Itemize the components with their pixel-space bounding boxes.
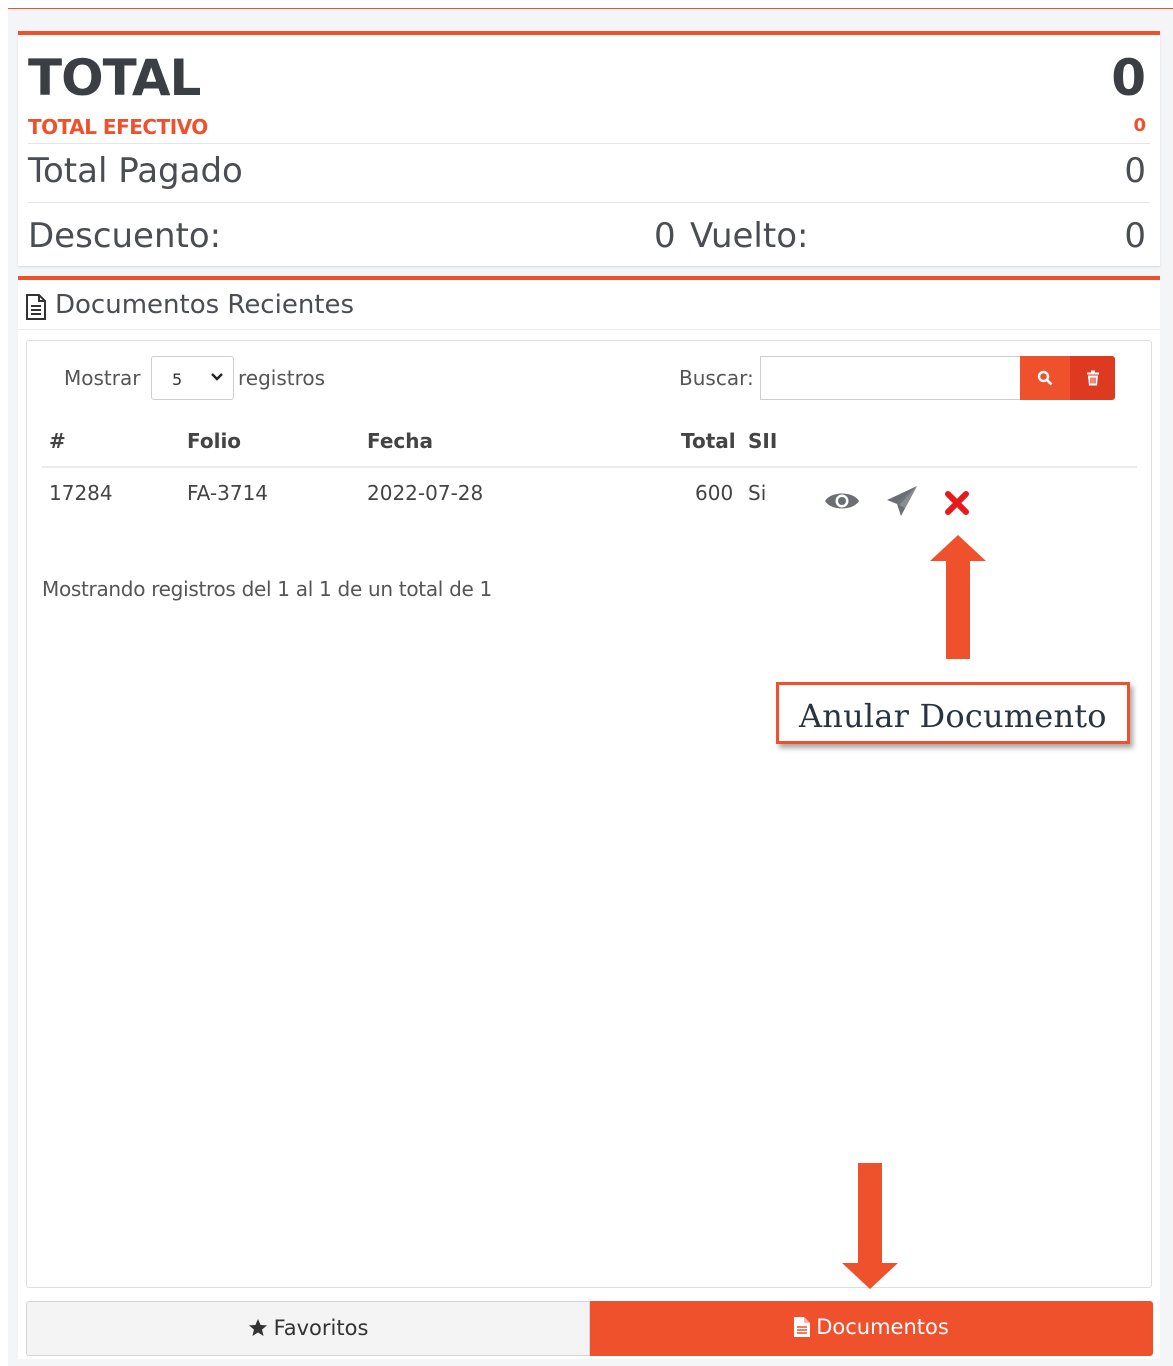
- descuento-value: 0: [654, 216, 676, 256]
- document-icon: [25, 294, 47, 324]
- table-info: Mostrando registros del 1 al 1 de un tot…: [42, 577, 492, 601]
- header-divider: [42, 466, 1137, 468]
- file-icon: [794, 1317, 811, 1342]
- page-length-select[interactable]: 5: [151, 356, 234, 400]
- column-header-fecha[interactable]: Fecha: [367, 429, 433, 453]
- star-icon: [248, 1318, 268, 1343]
- recent-documents-panel: Documentos Recientes Mostrar 5 registros…: [18, 276, 1160, 1359]
- total-efectivo-label: TOTAL EFECTIVO: [28, 115, 208, 139]
- length-prefix: Mostrar: [64, 366, 141, 390]
- panel-header: Documentos Recientes: [18, 280, 1160, 330]
- vuelto-label: Vuelto:: [690, 216, 809, 256]
- divider: [28, 143, 1150, 144]
- total-efectivo-value: 0: [1133, 115, 1146, 136]
- documents-table-wrapper: Mostrar 5 registros Buscar: # Folio Fech…: [26, 340, 1152, 1288]
- column-header-id[interactable]: #: [49, 429, 66, 453]
- annotation-arrow-up-icon: [930, 535, 986, 659]
- total-pagado-label: Total Pagado: [28, 151, 243, 191]
- column-header-sii[interactable]: SII: [748, 429, 777, 453]
- cell-total: 600: [695, 481, 734, 505]
- annotation-callout: Anular Documento: [776, 682, 1130, 744]
- chevron-down-icon: [209, 369, 225, 389]
- descuento-label: Descuento:: [28, 216, 222, 256]
- close-icon[interactable]: [944, 490, 970, 520]
- totals-card: TOTAL 0 TOTAL EFECTIVO 0 Total Pagado 0 …: [18, 31, 1160, 266]
- total-label: TOTAL: [28, 49, 201, 107]
- cell-fecha: 2022-07-28: [367, 481, 484, 505]
- tab-documentos-label: Documentos: [816, 1315, 949, 1339]
- clear-search-button[interactable]: [1070, 356, 1115, 400]
- bottom-tabs: Favoritos Documentos: [26, 1301, 1153, 1356]
- tab-documentos[interactable]: Documentos: [590, 1301, 1153, 1356]
- column-header-total[interactable]: Total: [681, 429, 736, 453]
- cell-id: 17284: [49, 481, 113, 505]
- vuelto-value: 0: [1124, 216, 1146, 256]
- panel-title: Documentos Recientes: [55, 290, 355, 320]
- eye-icon[interactable]: [824, 489, 860, 517]
- column-header-folio[interactable]: Folio: [187, 429, 241, 453]
- page-length-value: 5: [172, 370, 183, 389]
- length-suffix: registros: [238, 366, 326, 390]
- total-value: 0: [1111, 49, 1146, 107]
- total-pagado-value: 0: [1124, 151, 1146, 191]
- cell-sii: Si: [748, 481, 767, 505]
- divider: [28, 202, 1150, 203]
- paper-plane-icon[interactable]: [885, 484, 919, 522]
- tab-favoritos[interactable]: Favoritos: [26, 1301, 590, 1356]
- annotation-arrow-down-icon: [842, 1163, 898, 1289]
- search-label: Buscar:: [679, 366, 754, 390]
- cell-folio: FA-3714: [187, 481, 269, 505]
- tab-favoritos-label: Favoritos: [273, 1316, 369, 1340]
- search-button[interactable]: [1020, 356, 1070, 400]
- search-input[interactable]: [760, 356, 1020, 400]
